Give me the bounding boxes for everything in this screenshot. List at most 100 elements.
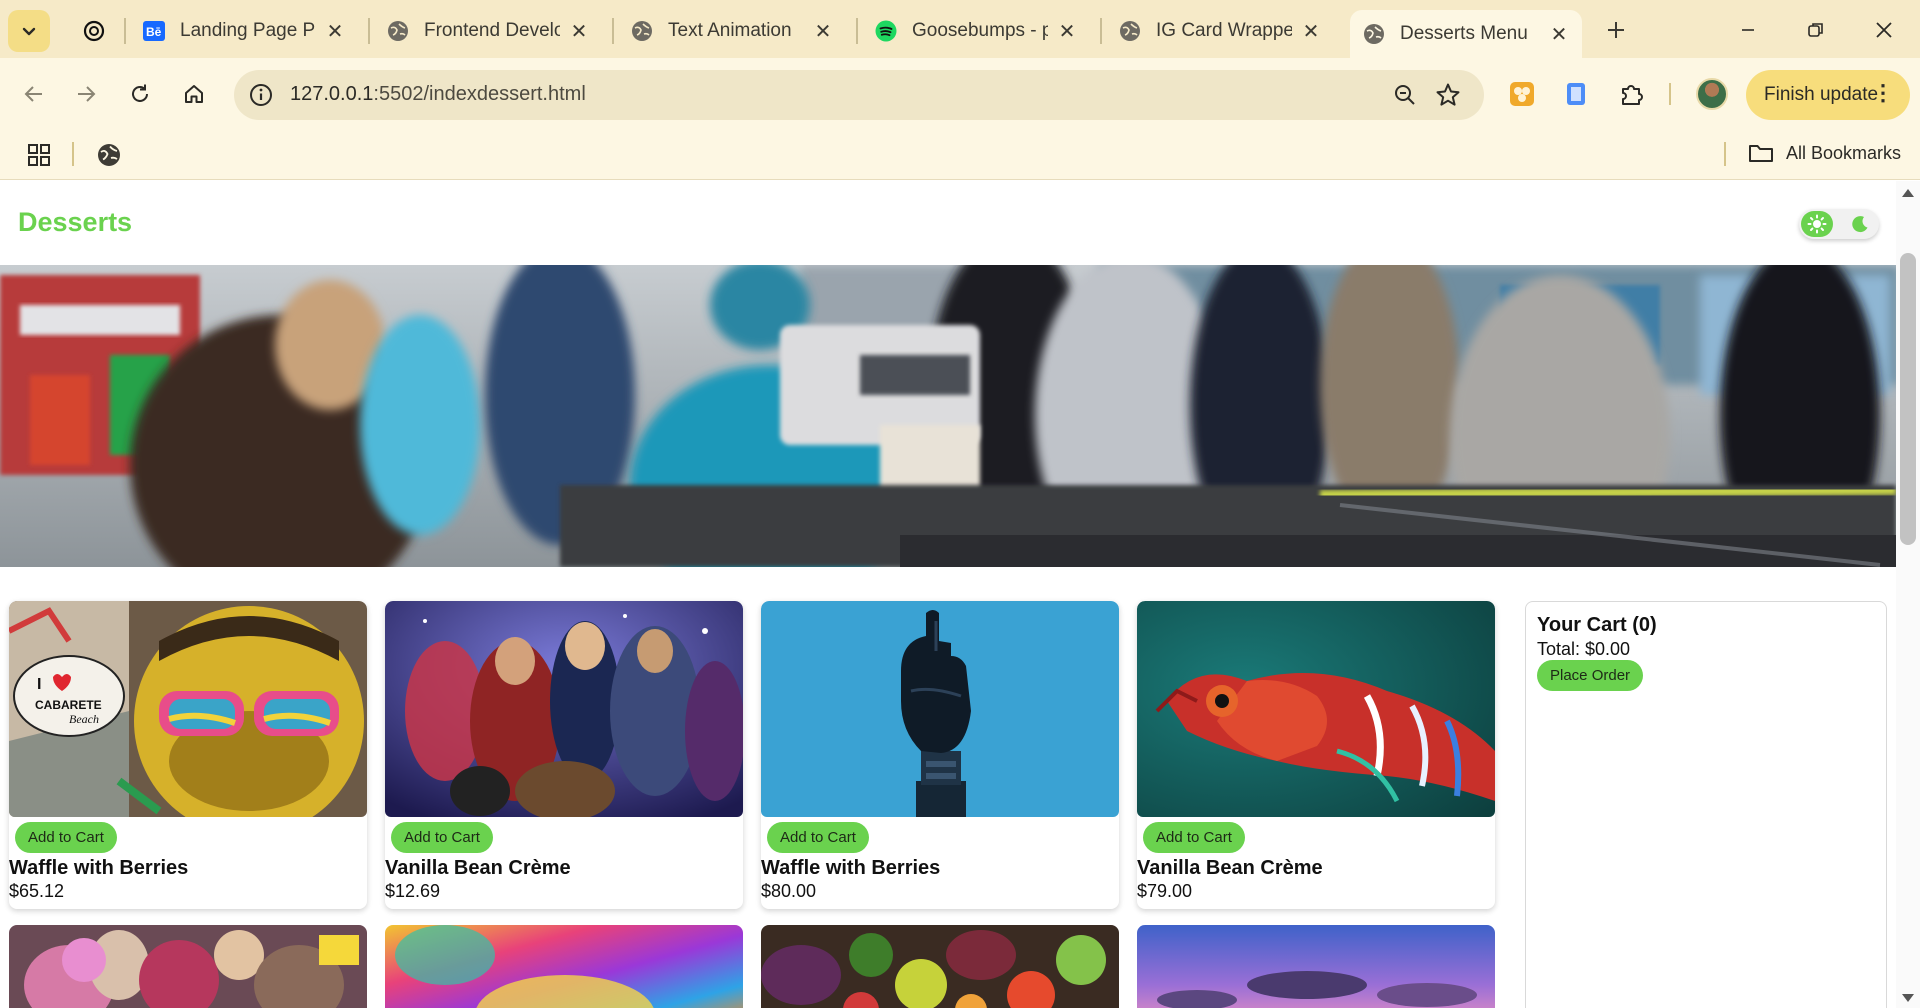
- cart-panel: Your Cart (0) Total: $0.00 Place Order: [1525, 601, 1887, 1008]
- bookmark-separator: [72, 142, 74, 166]
- scrollbar-thumb[interactable]: [1900, 253, 1916, 545]
- globe-icon[interactable]: [95, 141, 123, 169]
- restore-button[interactable]: [1796, 12, 1836, 48]
- product-name: Waffle with Berries: [761, 857, 941, 879]
- product-card: [1137, 925, 1495, 1008]
- address-bar[interactable]: 127.0.0.1:5502/indexdessert.html: [234, 70, 1484, 120]
- tab-frontend-develop[interactable]: Frontend Develop ✕: [374, 10, 602, 52]
- cart-total: Total: $0.00: [1537, 639, 1631, 659]
- tab-desserts-menu[interactable]: Desserts Menu ✕: [1350, 10, 1582, 58]
- svg-text:CABARETE: CABARETE: [35, 698, 102, 712]
- apps-grid-icon[interactable]: [26, 142, 52, 168]
- all-bookmarks-button[interactable]: All Bookmarks: [1748, 142, 1901, 164]
- add-to-cart-button[interactable]: Add to Cart: [767, 822, 869, 853]
- tab-separator: [124, 18, 126, 44]
- product-image: I CABARETE Beach: [9, 601, 367, 817]
- globe-icon: [1362, 22, 1386, 46]
- tab-title: Frontend Develop: [424, 20, 560, 41]
- reload-button[interactable]: [120, 74, 160, 114]
- finish-update-button[interactable]: Finish update ⋮: [1746, 70, 1910, 120]
- tab-title: Text Animation: [668, 20, 792, 41]
- bookmark-separator: [1724, 142, 1726, 166]
- profile-avatar[interactable]: [1696, 78, 1728, 110]
- product-card: [385, 925, 743, 1008]
- close-icon[interactable]: ✕: [1300, 19, 1322, 44]
- home-button[interactable]: [174, 74, 214, 114]
- extension-icon[interactable]: [1504, 76, 1540, 112]
- zoom-icon[interactable]: [1392, 82, 1418, 108]
- tab-text-animation[interactable]: Text Animation ✕: [618, 10, 846, 52]
- tab-goosebumps[interactable]: Goosebumps - pl ✕: [862, 10, 1090, 52]
- home-icon: [185, 85, 203, 103]
- add-to-cart-button[interactable]: Add to Cart: [1143, 822, 1245, 853]
- reload-icon: [132, 84, 148, 102]
- product-image: [761, 925, 1119, 1008]
- minimize-button[interactable]: [1728, 12, 1768, 48]
- forward-button[interactable]: [66, 74, 106, 114]
- product-card: [761, 925, 1119, 1008]
- svg-text:Bē: Bē: [146, 25, 162, 39]
- product-card: [9, 925, 367, 1008]
- url-text[interactable]: 127.0.0.1:5502/indexdessert.html: [290, 83, 586, 106]
- moon-icon: [1849, 213, 1871, 235]
- page-viewport: Desserts I CABARETE Beach Add to Cart Wa…: [0, 181, 1920, 1008]
- close-icon[interactable]: ✕: [324, 19, 346, 44]
- theme-toggle[interactable]: [1799, 209, 1879, 239]
- site-info-icon[interactable]: [248, 82, 274, 108]
- product-card: Add to Cart Vanilla Bean Crème $12.69: [385, 601, 743, 909]
- close-icon[interactable]: ✕: [1056, 19, 1078, 44]
- close-icon[interactable]: ✕: [812, 19, 834, 44]
- bookmark-star-icon[interactable]: [1434, 81, 1462, 109]
- product-image: [761, 601, 1119, 817]
- product-price: $12.69: [385, 881, 441, 901]
- vertical-scrollbar[interactable]: [1896, 181, 1920, 1008]
- scroll-up-icon[interactable]: [1902, 189, 1914, 197]
- minimize-icon: [1742, 29, 1754, 31]
- add-to-cart-button[interactable]: Add to Cart: [391, 822, 493, 853]
- close-icon[interactable]: ✕: [1548, 22, 1570, 47]
- finish-update-label: Finish update: [1764, 84, 1879, 105]
- chevron-down-icon: [22, 27, 36, 36]
- page-title: Desserts: [18, 207, 133, 237]
- extensions-puzzle-icon[interactable]: [1614, 76, 1650, 112]
- back-button[interactable]: [14, 74, 54, 114]
- product-name: Vanilla Bean Crème: [385, 857, 571, 879]
- browser-toolbar: 127.0.0.1:5502/indexdessert.html Finish …: [0, 58, 1920, 130]
- extension-icon[interactable]: [1558, 76, 1594, 112]
- close-window-button[interactable]: [1864, 12, 1904, 48]
- toolbar-separator: [1669, 83, 1671, 105]
- tab-separator: [1100, 18, 1102, 44]
- tab-chatgpt[interactable]: [70, 10, 106, 52]
- tab-search-button[interactable]: [8, 10, 50, 52]
- product-name: Waffle with Berries: [9, 857, 189, 879]
- url-path: :5502/indexdessert.html: [373, 83, 586, 105]
- product-price: $79.00: [1137, 881, 1193, 901]
- product-card: Add to Cart Vanilla Bean Crème $79.00: [1137, 601, 1495, 909]
- sun-icon: [1801, 211, 1833, 237]
- new-tab-button[interactable]: [1598, 12, 1634, 48]
- tab-title: Landing Page Por: [180, 20, 316, 41]
- product-price: $80.00: [761, 881, 817, 901]
- tab-ig-card-wrapper[interactable]: IG Card Wrapper ✕: [1106, 10, 1334, 52]
- restore-icon: [1808, 23, 1823, 37]
- scroll-down-icon[interactable]: [1902, 994, 1914, 1002]
- behance-icon: Bē: [142, 19, 166, 43]
- place-order-button[interactable]: Place Order: [1537, 660, 1644, 691]
- tab-title: IG Card Wrapper: [1156, 20, 1292, 41]
- hero-banner-image: [0, 265, 1896, 567]
- spotify-icon: [874, 19, 898, 43]
- svg-text:Beach: Beach: [69, 712, 99, 726]
- add-to-cart-button[interactable]: Add to Cart: [15, 822, 117, 853]
- close-icon[interactable]: ✕: [568, 19, 590, 44]
- tab-landing-page[interactable]: Bē Landing Page Por ✕: [130, 10, 358, 52]
- tab-bar: Bē Landing Page Por ✕ Frontend Develop ✕…: [0, 0, 1920, 58]
- product-image: [1137, 601, 1495, 817]
- kebab-menu-icon[interactable]: ⋮: [1872, 82, 1894, 104]
- product-card: Add to Cart Waffle with Berries $80.00: [761, 601, 1119, 909]
- product-image: [385, 925, 743, 1008]
- all-bookmarks-label: All Bookmarks: [1786, 142, 1902, 163]
- folder-icon: [1749, 145, 1773, 162]
- product-image: [9, 925, 367, 1008]
- product-price: $65.12: [9, 881, 65, 901]
- plus-icon: [1608, 22, 1624, 38]
